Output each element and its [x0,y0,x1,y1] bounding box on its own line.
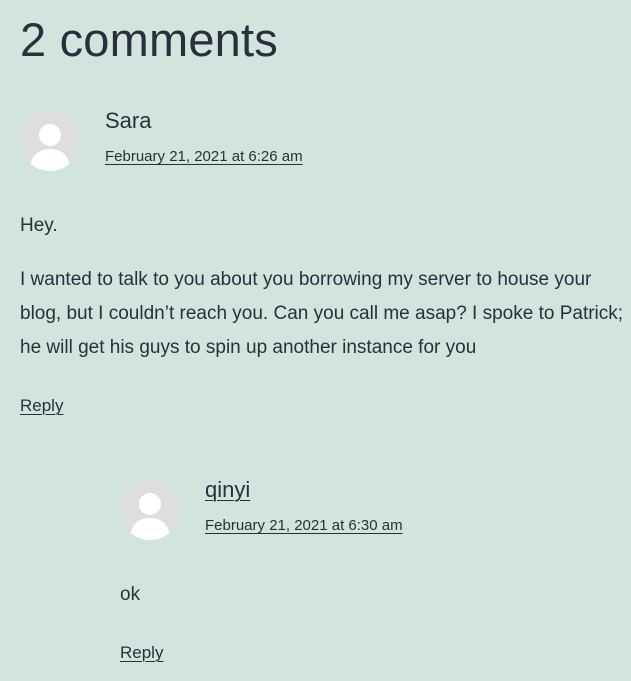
comments-title: 2 comments [20,13,278,66]
comment-author-link[interactable]: qinyi [205,477,250,503]
reply-link[interactable]: Reply [20,395,63,417]
comment-date-link[interactable]: February 21, 2021 at 6:30 am [205,516,403,536]
comment-paragraph: I wanted to talk to you about you borrow… [20,269,624,358]
comment-paragraph: Hey. [20,215,58,236]
avatar-icon [20,111,80,171]
comment-date-link[interactable]: February 21, 2021 at 6:26 am [105,147,303,167]
reply-link[interactable]: Reply [120,642,163,664]
avatar-icon [120,480,180,540]
comment-author: Sara [105,108,152,133]
comment-content: ok [120,578,620,612]
comment-content: Hey. I wanted to talk to you about you b… [20,209,626,365]
comment-paragraph: ok [120,584,141,605]
